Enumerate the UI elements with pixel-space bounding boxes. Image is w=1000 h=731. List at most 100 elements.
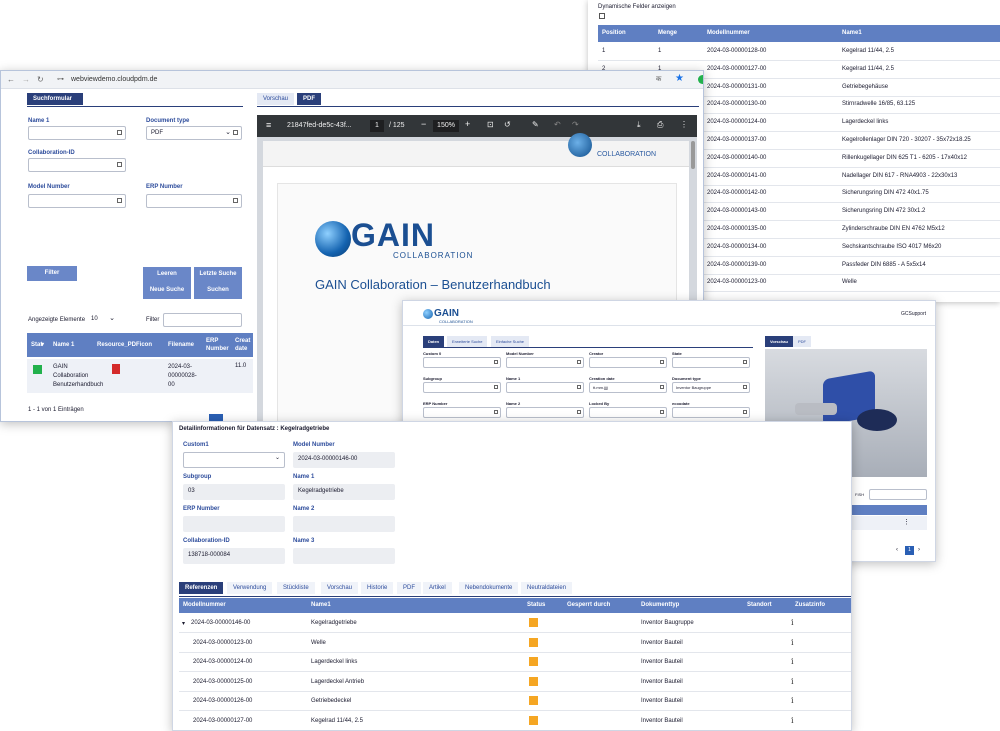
leeren-button[interactable]: Leeren Neue Suche (143, 267, 191, 299)
letzte-suche-button[interactable]: Letzte Suche Suchen (194, 267, 242, 299)
rotate-icon[interactable]: ↺ (504, 120, 511, 129)
tab-daten[interactable]: Daten (423, 336, 445, 347)
shown-elements-select[interactable]: 10 ⌄ (87, 313, 117, 327)
reload-icon[interactable]: ↻ (37, 75, 44, 84)
sp-field-input[interactable] (672, 407, 750, 418)
viewer-tab-underline (257, 106, 699, 107)
info-icon[interactable]: i (791, 716, 794, 725)
col-dokumenttyp: Dokumenttyp (641, 602, 680, 608)
zoom-out-icon[interactable]: − (421, 119, 426, 129)
tab-verwendung[interactable]: Verwendung (227, 582, 273, 594)
info-icon[interactable]: i (791, 618, 794, 627)
tab-artikel[interactable]: Artikel (423, 582, 452, 594)
collab-id-input[interactable] (28, 158, 126, 172)
sp-field-input[interactable] (423, 357, 501, 368)
tab-einfache-suche[interactable]: Einfache Suche (491, 336, 530, 347)
fit-page-icon[interactable]: ⊡ (487, 120, 494, 129)
sp-field-input[interactable] (506, 357, 584, 368)
tab-neutraldateien[interactable]: Neutraldateien (521, 582, 573, 594)
sp-tab-vorschau[interactable]: Vorschau (765, 336, 793, 347)
pdf-file-icon[interactable] (112, 364, 120, 374)
translate-icon[interactable]: क (656, 75, 661, 84)
status-orange-icon (529, 676, 538, 686)
info-icon[interactable]: i (791, 696, 794, 705)
tab-vorschau[interactable]: Vorschau (257, 93, 295, 105)
ref-table-header: Modellnummer Name1 Status Gesperrt durch… (179, 598, 851, 613)
chevron-down-icon[interactable]: ⌄ (275, 454, 280, 461)
url-bar[interactable]: webviewdemo.cloudpdm.de (71, 76, 157, 83)
gain-brand-sub-small: COLLABORATION (597, 151, 656, 158)
zoom-input-value: 150% (437, 122, 455, 129)
expand-icon[interactable]: ▾ (182, 620, 185, 627)
sp-field-input[interactable] (423, 382, 501, 393)
print-icon[interactable]: ⎙ (657, 120, 663, 130)
sp-field-input[interactable]: Inventor Baugruppe (672, 382, 750, 393)
pager-prev-icon[interactable]: ‹ (896, 547, 898, 553)
tab-historie[interactable]: Historie (361, 582, 394, 594)
profile-avatar[interactable] (698, 75, 703, 84)
sp-filter-input[interactable] (869, 489, 927, 500)
tab-suchformular[interactable]: Suchformular (27, 93, 83, 105)
detail-field-label: ERP Number (183, 506, 220, 512)
tab-vorschau[interactable]: Vorschau (321, 582, 359, 594)
user-menu[interactable]: GCSupport (901, 311, 926, 317)
site-info-icon[interactable]: ⊶ (57, 75, 64, 83)
sp-field-input[interactable]: tt.mm.jjjj (589, 382, 667, 393)
dynamic-fields-checkbox[interactable] (599, 13, 605, 19)
row-name1: Stirnradwelle 16/85, 63.125 (842, 101, 916, 108)
result-row[interactable]: GAIN Collaboration Benutzerhandbuch 2024… (27, 359, 253, 393)
suchen-label: Suchen (207, 287, 229, 293)
redo-icon[interactable]: ↷ (572, 120, 579, 129)
sp-field-input[interactable] (506, 407, 584, 418)
pdf-scrollbar[interactable] (691, 141, 695, 169)
row-menu-icon[interactable]: ⋮ (903, 518, 910, 526)
info-icon[interactable]: i (791, 677, 794, 686)
erp-number-input[interactable] (146, 194, 242, 208)
page-input[interactable]: 1 (370, 120, 384, 132)
pdf-toolbar: ≡ 21847fed-de5c-43f... 1 / 125 − 150% + … (257, 115, 697, 137)
annotate-icon[interactable]: ✎ (532, 120, 539, 129)
tab-pdf[interactable]: PDF (297, 93, 321, 105)
sp-field-input[interactable] (506, 382, 584, 393)
pager-next-icon[interactable]: › (918, 547, 920, 553)
sort-icon[interactable]: ▾ (41, 341, 44, 348)
tab-referenzen[interactable]: Referenzen (179, 582, 224, 594)
sp-field-input[interactable] (589, 357, 667, 368)
download-icon[interactable]: ⤓ (637, 120, 641, 130)
sp-field-input[interactable] (589, 407, 667, 418)
sp-field-input[interactable] (672, 357, 750, 368)
forward-icon[interactable]: → (22, 75, 30, 84)
filter-button[interactable]: Filter (27, 266, 77, 281)
doc-type-value: Inventor Baugruppe (676, 385, 712, 390)
sp-field-label: ecoodate (672, 401, 690, 406)
zoom-in-icon[interactable]: + (465, 119, 470, 129)
undo-icon[interactable]: ↶ (554, 120, 561, 129)
tab-erweiterte-suche[interactable]: Erweiterte Suche (447, 336, 488, 347)
filter-input[interactable] (163, 313, 242, 327)
menu-icon[interactable]: ≡ (266, 120, 271, 130)
row-modellnummer: 2024-03-00000135-00 (707, 226, 767, 232)
tab-pdf[interactable]: PDF (397, 582, 421, 594)
tab-nebendokumente[interactable]: Nebendokumente (459, 582, 519, 594)
name1-input[interactable] (28, 126, 126, 140)
more-menu-icon[interactable]: ⋮ (680, 120, 688, 129)
row-modellnummer: 2024-03-00000127-00 (707, 65, 767, 72)
sp-field-input[interactable] (423, 407, 501, 418)
back-icon[interactable]: ← (7, 75, 15, 84)
sp-pager-page[interactable]: 1 (905, 546, 914, 555)
brand-sub: COLLABORATION (439, 319, 473, 324)
tab-stckliste[interactable]: Stückliste (277, 582, 315, 594)
model-number-input[interactable] (28, 194, 126, 208)
sp-tab-pdf[interactable]: PDF (793, 336, 811, 347)
ref-model: 2024-03-00000123-00 (193, 639, 253, 646)
doc-type-select[interactable]: PDF ⌄ (146, 126, 242, 140)
col-standort: Standort (747, 602, 772, 608)
info-icon[interactable]: i (791, 638, 794, 647)
detail-field-input[interactable] (183, 452, 285, 468)
info-icon[interactable]: i (791, 657, 794, 666)
zoom-input[interactable]: 150% (433, 120, 459, 132)
shown-elements-label: Angezeigte Elemente (28, 317, 86, 323)
row-name1: Lagerdeckel links (842, 119, 889, 126)
picker-icon (117, 130, 122, 135)
bookmark-star-icon[interactable]: ★ (675, 73, 684, 84)
